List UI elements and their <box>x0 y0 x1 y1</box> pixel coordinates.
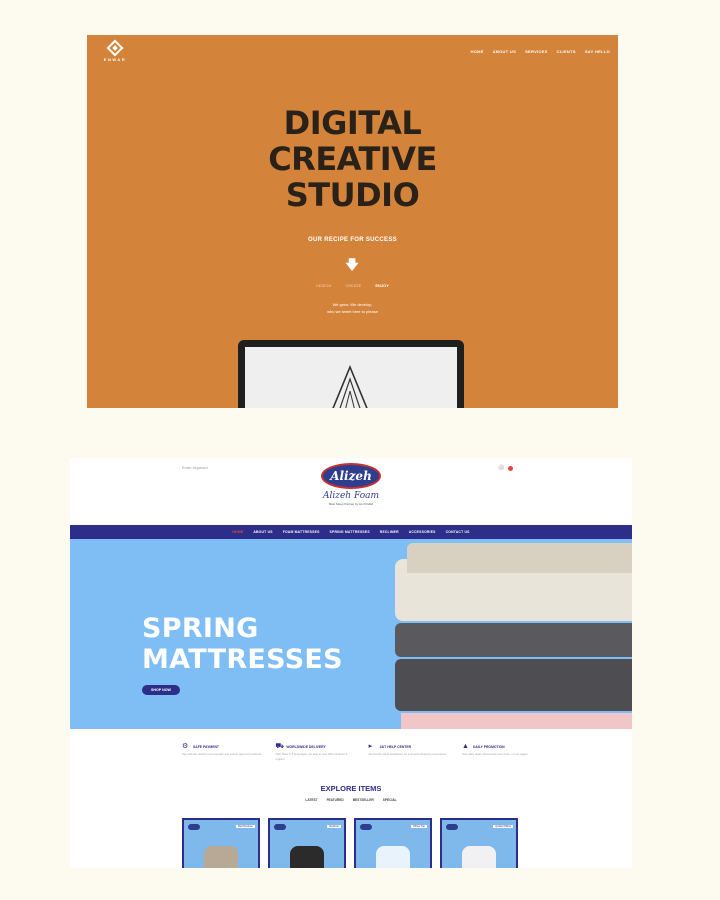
feature-safe-payment: ⚙ SAFE PAYMENT Pay with the world's most … <box>182 743 262 762</box>
main-menu: HOME ABOUT US FOAM MATTRESSES SPRING MAT… <box>70 525 632 539</box>
product-image <box>204 846 238 868</box>
cart[interactable]: ⚪ <box>498 465 514 471</box>
hat-icon: ▲ <box>461 743 469 750</box>
hero-banner: SPRING MATTRESSES SHOP NOW <box>70 539 632 729</box>
process-tabs: DESIGN CREATE ENJOY <box>87 283 618 288</box>
shop-now-button[interactable]: SHOP NOW <box>142 685 180 695</box>
feature-title: WORLDWIDE DELIVERY <box>286 744 326 749</box>
site-header: Enter keyword ⚪ Alizeh Alizeh Foam Best … <box>70 458 632 524</box>
mattress-top <box>407 543 632 573</box>
menu-item-contact[interactable]: CONTACT US <box>446 530 470 534</box>
feature-desc: With Sites in 5 languages, we ship to ov… <box>275 752 348 761</box>
menu-item-foam-mattresses[interactable]: FOAM MATTRESSES <box>283 530 320 534</box>
brand-tag-icon <box>360 824 372 830</box>
nav-item-services[interactable]: SERVICES <box>525 49 548 54</box>
product-card[interactable]: Quilted Pillow <box>440 818 518 868</box>
product-image <box>376 846 410 868</box>
mattress-pink <box>401 713 632 729</box>
product-image <box>290 846 324 868</box>
hero-title-line: MATTRESSES <box>142 644 343 675</box>
gear-icon: ⚙ <box>182 743 189 750</box>
explore-title: EXPLORE ITEMS <box>320 784 382 793</box>
product-label: Pillow Top <box>411 825 427 828</box>
features-row: ⚙ SAFE PAYMENT Pay with the world's most … <box>182 743 542 762</box>
truck-icon: ⛟ <box>275 743 285 750</box>
nav-item-home[interactable]: HOME <box>471 49 484 54</box>
tab-enjoy[interactable]: ENJOY <box>375 283 389 288</box>
product-card[interactable]: Recliner <box>268 818 346 868</box>
nav-item-about[interactable]: ABOUT US <box>493 49 516 54</box>
menu-item-recliner[interactable]: RECLINER <box>380 530 399 534</box>
top-nav: HOME ABOUT US SERVICES CLIENTS SAY HELLO <box>471 49 610 54</box>
feature-title: DAILY PROMOTION <box>472 744 505 749</box>
logo[interactable]: ENWAR <box>100 39 130 62</box>
brand-tag-icon <box>274 824 286 830</box>
hero-title-line: SPRING <box>142 613 259 644</box>
headline-line: STUDIO <box>285 176 420 214</box>
logo-word: ENWAR <box>103 57 127 62</box>
feature-title: 24/7 HELP CENTER <box>379 744 412 749</box>
menu-item-home[interactable]: HOME <box>232 530 243 534</box>
brand-tag-icon <box>446 824 458 830</box>
product-label: Bed Recliner <box>236 825 255 828</box>
feature-desc: New daily deals discovered every hour, o… <box>461 752 529 756</box>
alizeh-screenshot: Enter keyword ⚪ Alizeh Alizeh Foam Best … <box>70 458 632 868</box>
brand-logo[interactable]: Alizeh Alizeh Foam Best Sleep Partner by… <box>315 463 387 506</box>
filter-featured[interactable]: FEATURED <box>327 798 344 802</box>
monitor-screen <box>245 347 457 408</box>
tab-design[interactable]: DESIGN <box>316 283 331 288</box>
feature-worldwide-delivery: ⛟ WORLDWIDE DELIVERY With Sites in 5 lang… <box>275 743 355 762</box>
filter-bestseller[interactable]: BESTSELLER <box>353 798 374 802</box>
brand-tag-icon <box>188 824 200 830</box>
filter-latest[interactable]: LATEST <box>305 798 317 802</box>
nav-item-say-hello[interactable]: SAY HELLO <box>585 49 610 54</box>
tagline-line: who we tweet here to please <box>327 309 378 314</box>
menu-item-accessories[interactable]: ACCESSORIES <box>409 530 436 534</box>
recipe-subtitle: OUR RECIPE FOR SUCCESS <box>308 237 397 243</box>
product-card[interactable]: Pillow Top <box>354 818 432 868</box>
product-label: Recliner <box>327 825 341 828</box>
headline-line: DIGITAL <box>283 104 422 142</box>
feature-help-center: ▸ 24/7 HELP CENTER Round-the-clock assist… <box>369 743 449 762</box>
product-grid: Bed Recliner Recliner Pillow Top Quilted… <box>182 818 518 868</box>
megaphone-icon: ▸ <box>368 743 373 750</box>
hero-headline: DIGITAL CREATIVE STUDIO <box>87 105 618 213</box>
triangle-logo-icon <box>332 365 368 408</box>
user-icon[interactable]: ⚪ <box>498 465 504 471</box>
product-label: Quilted Pillow <box>493 825 513 828</box>
studio-screenshot: ENWAR HOME ABOUT US SERVICES CLIENTS SAY… <box>87 35 618 408</box>
tagline: We grow. We develop. who we tweet here t… <box>87 301 618 315</box>
brand-badge: Alizeh <box>321 463 381 489</box>
tagline-line: We grow. We develop. <box>332 302 373 307</box>
menu-item-spring-mattresses[interactable]: SPRING MATTRESSES <box>330 530 370 534</box>
search-input[interactable]: Enter keyword <box>182 465 208 470</box>
brand-tagline: Best Sleep Partner by ALI FOAM <box>329 502 373 506</box>
arrow-down-icon[interactable]: 🡇 <box>342 258 362 272</box>
filter-special[interactable]: SPECIAL <box>383 798 397 802</box>
brand-script: Alizeh Foam <box>322 491 380 501</box>
headline-line: CREATIVE <box>268 140 437 178</box>
feature-desc: Round-the-clock assistance for a smooth … <box>368 752 447 756</box>
product-card[interactable]: Bed Recliner <box>182 818 260 868</box>
mattress-dark <box>395 659 632 711</box>
hero-title: SPRING MATTRESSES <box>142 613 343 675</box>
cart-icon[interactable] <box>508 465 514 471</box>
feature-desc: Pay with the world's most popular and se… <box>182 752 262 756</box>
product-image <box>462 846 496 868</box>
feature-daily-promotion: ▲ DAILY PROMOTION New daily deals discove… <box>462 743 542 762</box>
feature-title: SAFE PAYMENT <box>193 744 219 749</box>
nav-item-clients[interactable]: CLIENTS <box>557 49 576 54</box>
monitor-image <box>238 340 464 408</box>
brand-badge-text: Alizeh <box>330 469 372 483</box>
logo-mark-icon <box>106 39 124 57</box>
menu-item-about[interactable]: ABOUT US <box>253 530 272 534</box>
tab-create[interactable]: CREATE <box>345 283 361 288</box>
mattress-grey <box>395 623 632 657</box>
mattress-stack-image <box>395 539 632 729</box>
explore-filters: LATEST FEATURED BESTSELLER SPECIAL <box>70 798 632 802</box>
